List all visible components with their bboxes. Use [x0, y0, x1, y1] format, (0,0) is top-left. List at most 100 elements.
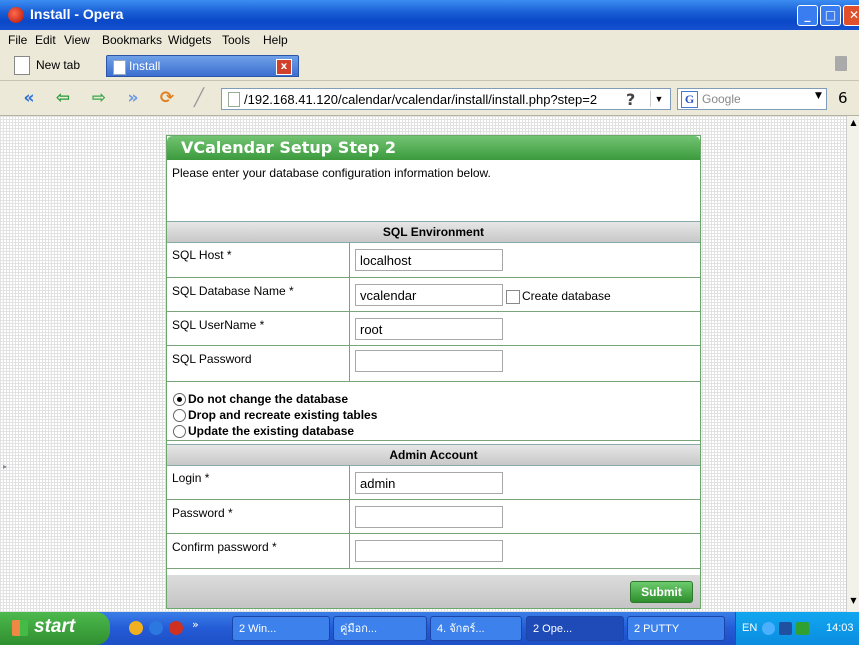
divider: [349, 534, 350, 568]
menu-widgets[interactable]: Widgets: [168, 33, 211, 47]
scroll-down-icon[interactable]: ▼: [848, 596, 859, 610]
opera-icon[interactable]: [169, 621, 183, 635]
page-icon: [113, 60, 126, 75]
edit-pen-icon[interactable]: ╱: [188, 89, 210, 107]
row-sql-database: SQL Database Name * vcalendar Create dat…: [167, 278, 700, 312]
sql-password-input[interactable]: [355, 350, 503, 372]
row-confirm-password: Confirm password *: [167, 534, 700, 569]
taskbar-button-opera[interactable]: 2 Ope...: [526, 616, 624, 641]
page-icon: [14, 56, 30, 75]
trash-icon[interactable]: [835, 56, 847, 71]
row-admin-password: Password *: [167, 500, 700, 534]
tab-install[interactable]: Install x: [106, 55, 299, 77]
taskbar-button-word[interactable]: คู่มือก...: [333, 616, 427, 641]
divider: [349, 242, 350, 277]
admin-login-input[interactable]: admin: [355, 472, 503, 494]
submit-button[interactable]: Submit: [630, 581, 693, 603]
menu-edit[interactable]: Edit: [35, 33, 56, 47]
search-input[interactable]: G Google: [677, 88, 827, 110]
vertical-scrollbar[interactable]: ▲ ▼: [846, 116, 859, 612]
close-tab-icon[interactable]: x: [276, 59, 292, 75]
window-title: Install - Opera: [30, 6, 124, 22]
address-url[interactable]: /192.168.41.120/calendar/vcalendar/insta…: [244, 92, 597, 107]
page-content: ▸ VCalendar Setup Step 2 Please enter yo…: [0, 116, 846, 612]
tray-icon[interactable]: [796, 622, 809, 635]
section-sql-environment: SQL Environment: [167, 221, 700, 243]
forward-icon[interactable]: ⇨: [88, 89, 110, 107]
close-window-button[interactable]: ✕: [843, 5, 859, 26]
field-label: SQL Password: [172, 352, 252, 366]
taskbar: start » 2 Win... คู่มือก... 4. จักตร์...…: [0, 612, 859, 645]
tab-label: New tab: [36, 58, 81, 72]
sql-username-input[interactable]: root: [355, 318, 503, 340]
ie-icon[interactable]: [149, 621, 163, 635]
form-header: VCalendar Setup Step 2: [167, 136, 700, 160]
clock: 14:03: [826, 622, 854, 634]
form-footer: Submit: [167, 575, 700, 608]
chevron-down-icon[interactable]: ▼: [650, 91, 667, 107]
maximize-button[interactable]: □: [820, 5, 841, 26]
setup-form-panel: VCalendar Setup Step 2 Please enter your…: [166, 135, 701, 609]
google-icon: G: [681, 91, 698, 108]
form-title: VCalendar Setup Step 2: [181, 138, 396, 157]
admin-password-input[interactable]: [355, 506, 503, 528]
divider: [349, 278, 350, 311]
radio-label: Do not change the database: [188, 392, 349, 406]
sql-host-input[interactable]: localhost: [355, 249, 503, 271]
taskbar-button-explorer[interactable]: 2 Win...: [232, 616, 330, 641]
field-label: Login *: [172, 471, 210, 485]
divider: [349, 346, 350, 381]
language-indicator[interactable]: EN: [742, 622, 757, 634]
rewind-icon[interactable]: «: [18, 89, 40, 107]
fast-forward-icon[interactable]: »: [122, 89, 144, 107]
menu-help[interactable]: Help: [263, 33, 288, 47]
menu-bookmarks[interactable]: Bookmarks: [102, 33, 162, 47]
field-label: SQL UserName *: [172, 318, 265, 332]
system-tray: EN 14:03: [735, 612, 859, 645]
tray-icon[interactable]: [762, 622, 775, 635]
window-title-bar: Install - Opera _ □ ✕: [0, 0, 859, 30]
menu-file[interactable]: File: [8, 33, 27, 47]
row-sql-username: SQL UserName * root: [167, 312, 700, 346]
opera-logo-icon: [8, 7, 24, 23]
tab-label: Install: [129, 59, 161, 73]
page-icon: [228, 92, 240, 107]
minimize-button[interactable]: _: [797, 5, 818, 26]
left-marker-icon: ▸: [3, 462, 8, 471]
radio-label: Update the existing database: [188, 424, 355, 438]
menu-bar: File Edit View Bookmarks Widgets Tools H…: [0, 30, 859, 50]
field-label: Confirm password *: [172, 540, 277, 554]
database-options: Do not change the database Drop and recr…: [167, 388, 700, 441]
create-database-checkbox[interactable]: [506, 290, 520, 304]
radio-unchecked-icon[interactable]: [173, 425, 186, 438]
navigation-toolbar: « ⇦ ⇨ » ⟳ ╱ /192.168.41.120/calendar/vca…: [0, 81, 859, 116]
address-bar[interactable]: /192.168.41.120/calendar/vcalendar/insta…: [221, 88, 671, 110]
create-database-label: Create database: [522, 289, 611, 303]
tab-new-tab[interactable]: New tab: [14, 55, 100, 77]
radio-checked-icon[interactable]: [173, 393, 186, 406]
taskbar-button-notes[interactable]: 4. จักตร์...: [430, 616, 522, 641]
search-placeholder: Google: [702, 92, 741, 106]
quicklaunch-icon[interactable]: [129, 621, 143, 635]
row-sql-host: SQL Host * localhost: [167, 242, 700, 278]
radio-unchecked-icon[interactable]: [173, 409, 186, 422]
scroll-up-icon[interactable]: ▲: [848, 118, 859, 132]
network-icon[interactable]: [779, 622, 792, 635]
chevron-down-icon[interactable]: ▼: [815, 91, 822, 101]
sql-database-input[interactable]: vcalendar: [355, 284, 503, 306]
reload-icon[interactable]: ⟳: [156, 89, 178, 107]
divider: [349, 465, 350, 499]
radio-label: Drop and recreate existing tables: [188, 408, 378, 422]
menu-view[interactable]: View: [64, 33, 90, 47]
help-icon[interactable]: ?: [626, 90, 635, 109]
overflow-icon[interactable]: 6: [838, 89, 848, 107]
confirm-password-input[interactable]: [355, 540, 503, 562]
divider: [349, 500, 350, 533]
overflow-chevron-icon[interactable]: »: [192, 618, 199, 631]
menu-tools[interactable]: Tools: [222, 33, 250, 47]
field-label: SQL Host *: [172, 248, 232, 262]
start-label: start: [34, 616, 76, 637]
back-icon[interactable]: ⇦: [52, 89, 74, 107]
start-button[interactable]: start: [0, 612, 110, 645]
taskbar-button-putty[interactable]: 2 PUTTY: [627, 616, 725, 641]
